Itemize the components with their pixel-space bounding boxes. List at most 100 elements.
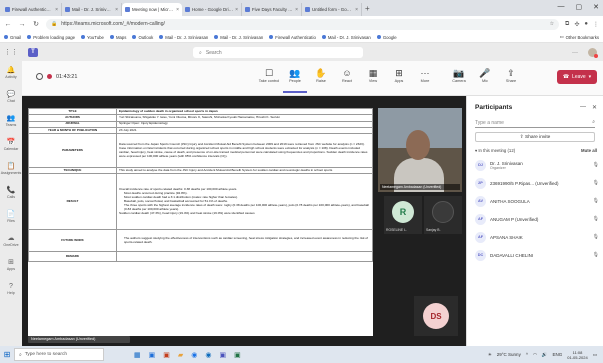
back-icon[interactable]: ← (4, 21, 12, 28)
rail-item-help[interactable]: ? Help (0, 277, 22, 301)
taskbar-search-input[interactable]: ⌕ Type here to search (14, 348, 104, 361)
take-control-button[interactable]: ☐ Take control (257, 67, 281, 83)
participant-item[interactable]: AF ANUGAM P (Unverified) 🎙 (475, 210, 599, 228)
bookmark-item[interactable]: Mail - Dr. J. Srinivasan (321, 35, 371, 40)
participant-item[interactable]: 2P 23691990/5 P.Ripas... (Unverified) 🎙 (475, 174, 599, 192)
user-avatar[interactable] (588, 48, 598, 58)
browser-tab[interactable]: Untitled form - Google × (302, 3, 362, 16)
browser-tab[interactable]: Five Days Faculty Dev × (242, 3, 302, 16)
chrome-icon[interactable]: ◉ (191, 351, 197, 359)
reload-icon[interactable]: ↻ (32, 20, 40, 28)
participant-tile[interactable]: DS (414, 296, 458, 336)
app-launcher-icon[interactable]: ⋮⋮ (0, 48, 22, 56)
bookmark-item[interactable]: Outlook (132, 35, 153, 40)
excel-icon[interactable]: ▣ (234, 351, 241, 359)
bookmark-item[interactable]: Google (376, 35, 397, 40)
mic-muted-icon[interactable]: 🎙 (593, 198, 599, 204)
share-button[interactable]: ⇪ Share (499, 67, 523, 83)
tray-chevron-icon[interactable]: ^ (526, 352, 528, 357)
bookmark-star-icon[interactable]: ☆ (550, 21, 554, 27)
maximize-icon[interactable]: ▢ (576, 3, 583, 11)
tab-close-icon[interactable]: × (295, 7, 298, 13)
leave-button[interactable]: ☎ Leave ▾ (557, 70, 597, 84)
mic-muted-icon[interactable]: 🎙 (593, 180, 599, 186)
powerpoint-icon[interactable]: ▣ (163, 351, 170, 359)
language-indicator[interactable]: ENG (553, 352, 563, 357)
minimize-panel-icon[interactable]: — (580, 104, 586, 111)
tab-close-icon[interactable]: × (115, 7, 118, 13)
other-bookmarks[interactable]: ▭ Other Bookmarks (560, 34, 600, 40)
extension-icon[interactable]: ⧉ (565, 21, 569, 28)
mic-muted-icon[interactable]: 🎙 (593, 234, 599, 240)
browser-tab[interactable]: Meeting now | Microsoft × (122, 3, 182, 16)
tab-close-icon[interactable]: × (176, 7, 179, 13)
menu-dots-icon[interactable]: ⋮ (593, 21, 599, 28)
close-window-icon[interactable]: ✕ (593, 3, 599, 11)
browser-tab[interactable]: Mail - Dr. J. Srinivasan × (62, 3, 122, 16)
view-button[interactable]: ▦ View (361, 67, 385, 83)
tab-close-icon[interactable]: × (355, 7, 358, 13)
mute-all-button[interactable]: Mute all (581, 148, 597, 154)
file-explorer-icon[interactable]: ▰ (178, 351, 183, 359)
mic-button[interactable]: 🎤 Mic (473, 67, 497, 83)
bookmark-item[interactable]: Firewall Authenticatio (269, 35, 316, 40)
bookmark-item[interactable]: Gmail (4, 35, 21, 40)
teams-search-input[interactable]: ⌕ Search (193, 47, 363, 58)
rail-item-chat[interactable]: 💬 Chat (0, 85, 22, 109)
bookmark-item[interactable]: Mail - Dr. J. Srinivasan (214, 35, 263, 40)
volume-icon[interactable]: 🔊 (542, 352, 548, 358)
rail-item-onedrive[interactable]: ☁ OneDrive (0, 229, 22, 253)
new-tab-button[interactable]: + (365, 4, 370, 13)
bookmark-item[interactable]: YouTube (81, 35, 104, 40)
teams-taskbar-icon[interactable]: ▣ (219, 351, 226, 359)
rail-item-apps[interactable]: ⊞ Apps (0, 253, 22, 277)
rail-item-calls[interactable]: 📞 Calls (0, 181, 22, 205)
more-options-icon[interactable]: ··· (572, 50, 578, 56)
participant-item[interactable]: AV ANITHA SOOGULA 🎙 (475, 192, 599, 210)
weather-text[interactable]: 29°C Sunny (497, 352, 521, 357)
participant-item[interactable]: AF APSANA SHAIK 🎙 (475, 228, 599, 246)
camera-button[interactable]: 📷 Camera (447, 67, 471, 83)
close-icon[interactable]: ✕ (592, 104, 597, 111)
rail-item-teams[interactable]: 👥 Teams (0, 109, 22, 133)
tab-close-icon[interactable]: × (55, 7, 58, 13)
minimize-icon[interactable]: — (558, 3, 565, 11)
meeting-info-icon[interactable] (36, 73, 43, 80)
apps-button[interactable]: ⊞ Apps (387, 67, 411, 83)
participant-item[interactable]: DJ Dr. J. Srinivasan Organizer 🎙 (475, 156, 599, 174)
people-button[interactable]: 👥 People (283, 67, 307, 93)
profile-icon[interactable]: ● (584, 21, 588, 28)
share-invite-button[interactable]: ⇪ Share invite (475, 132, 595, 142)
bookmark-item[interactable]: Problem loading page (27, 35, 75, 40)
taskbar-clock[interactable]: 11:08 01-05-2024 (567, 350, 587, 360)
edge-icon[interactable]: ◉ (205, 351, 211, 359)
raise-button[interactable]: ✋ Raise (309, 67, 333, 83)
rail-item-activity[interactable]: 🔔 Activity (0, 61, 22, 85)
participant-search-input[interactable]: Type a name ⌕ (475, 118, 595, 128)
react-button[interactable]: ☺ React (335, 67, 359, 83)
weather-icon[interactable]: ☀ (488, 352, 492, 358)
in-meeting-header[interactable]: ▾ In this meeting (12) Mute all (475, 148, 597, 154)
word-icon[interactable]: ▣ (149, 351, 156, 359)
participant-tile[interactable]: Sanjay B. (424, 196, 462, 234)
mic-muted-icon[interactable]: 🎙 (593, 216, 599, 222)
mic-muted-icon[interactable]: 🎙 (593, 252, 599, 258)
tab-close-icon[interactable]: × (235, 7, 238, 13)
task-view-icon[interactable]: ▦ (134, 351, 141, 359)
participant-tile[interactable]: R ROSELINE L. (384, 196, 422, 234)
mic-muted-icon[interactable]: 🎙 (593, 162, 599, 168)
rail-item-files[interactable]: 📄 Files (0, 205, 22, 229)
url-input[interactable]: 🔒 https://teams.microsoft.com/_#/modern-… (46, 18, 560, 30)
rail-item-calendar[interactable]: 📅 Calendar (0, 133, 22, 157)
wifi-icon[interactable]: ◠ (533, 352, 537, 358)
rail-item-assignments[interactable]: 📋 Assignments (0, 157, 22, 181)
browser-tab[interactable]: Home - Google Drive × (182, 3, 242, 16)
browser-tab[interactable]: Firewall Authentication Ic× (2, 3, 62, 16)
bookmark-item[interactable]: Mail - Dr. J. Srinivasan (159, 35, 208, 40)
bookmark-item[interactable]: Maps (109, 35, 126, 40)
more-button[interactable]: ··· More (413, 67, 437, 83)
forward-icon[interactable]: → (18, 21, 26, 28)
presenter-video[interactable]: Neelamegam Ambadasan (Unverified) (378, 108, 462, 192)
notifications-icon[interactable]: ▭ (593, 352, 597, 358)
puzzle-icon[interactable]: ✣ (574, 21, 579, 28)
